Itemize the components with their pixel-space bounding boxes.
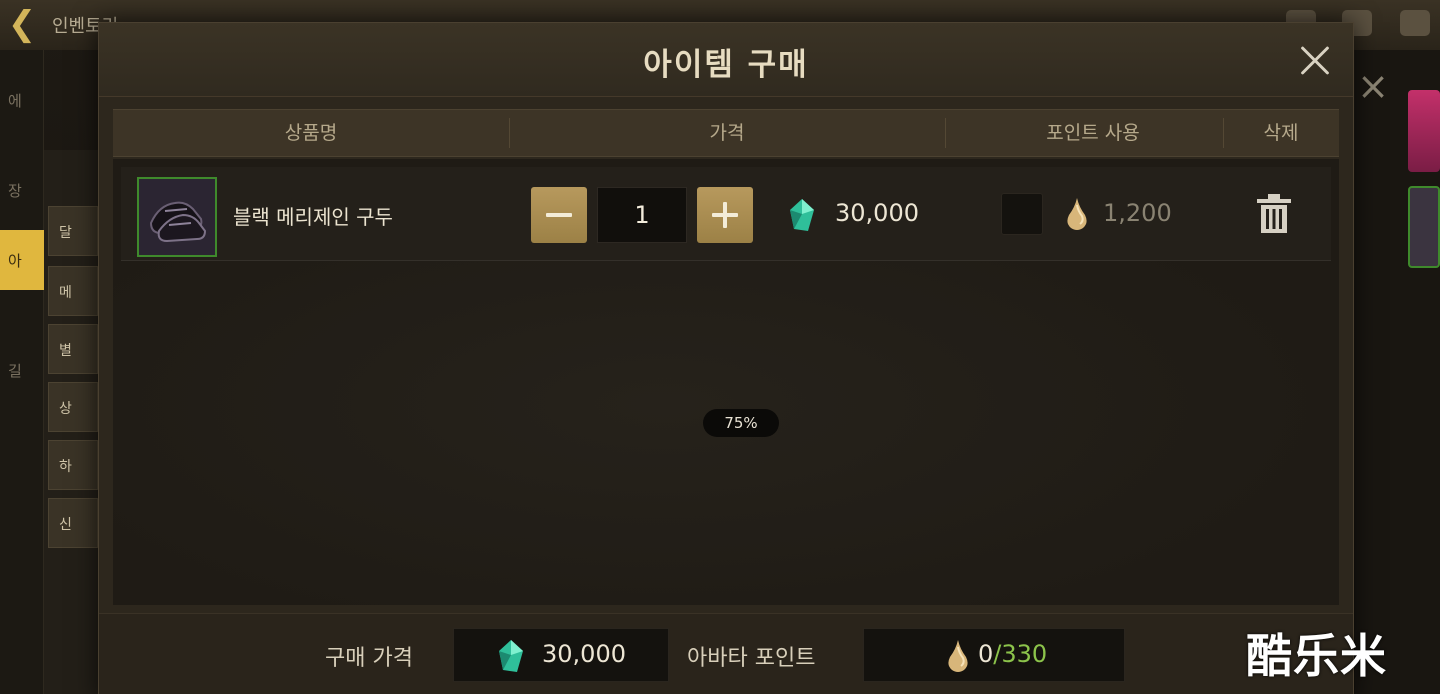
item-price: 30,000	[835, 199, 919, 227]
modal-header: 아이템 구매	[99, 23, 1353, 97]
side-tab[interactable]: 길	[0, 340, 44, 400]
gem-icon	[498, 639, 524, 673]
arrow-left-icon[interactable]: ❮	[2, 6, 42, 42]
category-item[interactable]: 신	[48, 498, 98, 548]
loading-percent-badge: 75%	[703, 409, 779, 437]
category-item[interactable]: 달	[48, 206, 98, 256]
quantity-increase-button[interactable]	[697, 187, 753, 243]
cart-item-row: 블랙 메리제인 구두 1 30,000 1,200	[121, 167, 1331, 261]
quantity-input[interactable]: 1	[597, 187, 687, 243]
avatar-points-label: 아바타 포인트	[687, 646, 816, 671]
purchase-price-box: 30,000	[453, 628, 669, 682]
drop-icon	[1065, 197, 1091, 231]
avatar-points-total: /330	[993, 640, 1048, 668]
close-icon[interactable]	[1293, 39, 1337, 83]
watermark: 酷乐米	[1246, 629, 1387, 683]
use-points-checkbox[interactable]	[1001, 193, 1043, 235]
shoes-icon	[137, 177, 217, 257]
purchase-price-value: 30,000	[542, 640, 626, 668]
avatar-points-value: 0/330	[978, 640, 1047, 668]
gem-icon	[789, 198, 815, 232]
category-item[interactable]: 별	[48, 324, 98, 374]
item-points: 1,200	[1103, 199, 1172, 227]
cart-list: 블랙 메리제인 구두 1 30,000 1,200 75%	[113, 159, 1339, 605]
column-delete-header: 삭제	[1263, 122, 1299, 144]
purchase-price-label: 구매 가격	[325, 646, 413, 671]
category-item[interactable]: 메	[48, 266, 98, 316]
purchase-footer: 구매 가격 30,000 아바타 포인트 0/330	[99, 613, 1353, 694]
avatar-points-used: 0	[978, 640, 994, 668]
avatar-points-box: 0/330	[863, 628, 1125, 682]
table-header: 상품명 가격 포인트 사용 삭제	[113, 109, 1339, 157]
category-item[interactable]: 하	[48, 440, 98, 490]
chat-icon[interactable]	[1400, 10, 1430, 36]
side-tab[interactable]: 에	[0, 70, 44, 130]
category-item[interactable]: 상	[48, 382, 98, 432]
column-price-header: 가격	[709, 122, 745, 144]
avatar-thumbnail[interactable]	[1408, 186, 1440, 268]
side-tab-active[interactable]: 아	[0, 230, 44, 290]
item-name: 블랙 메리제인 구두	[233, 205, 393, 229]
trash-icon[interactable]	[1255, 193, 1293, 235]
background-close-icon[interactable]: ×	[1355, 66, 1391, 106]
background-category-list: 달 메 별 상 하 신	[44, 150, 104, 694]
drop-icon	[946, 639, 972, 673]
background-sidebar: 에 장 아 길	[0, 50, 44, 694]
avatar-thumbnail[interactable]	[1408, 90, 1440, 172]
side-tab[interactable]: 장	[0, 160, 44, 220]
quantity-decrease-button[interactable]	[531, 187, 587, 243]
screen: ❮ 인벤토리 에 장 아 길 달 메 별 상 하 신 × 아이템 구매 상품명 …	[0, 0, 1440, 694]
purchase-modal: 아이템 구매 상품명 가격 포인트 사용 삭제 블랙 메리제인 구두 1 30,…	[98, 22, 1354, 694]
column-points-header: 포인트 사용	[1046, 122, 1140, 144]
modal-title: 아이템 구매	[643, 47, 809, 83]
column-name-header: 상품명	[284, 122, 338, 144]
